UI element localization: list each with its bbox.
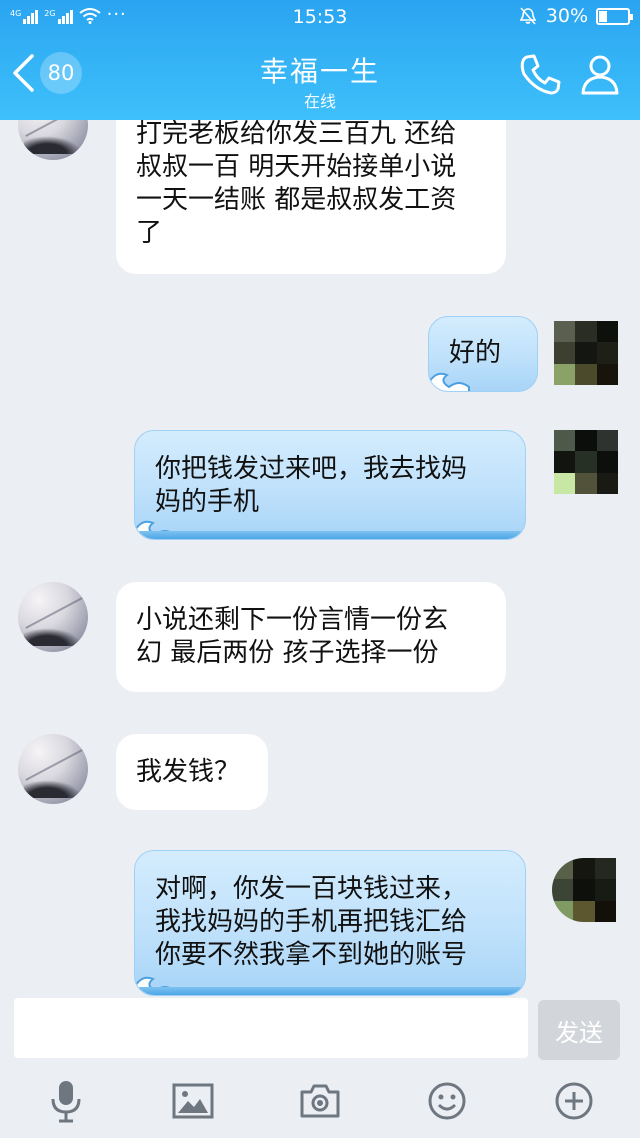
message-bubble[interactable]: 好的 (428, 316, 538, 392)
title-bar: 80 幸福一生 在线 (0, 34, 640, 120)
camera-button[interactable] (298, 1079, 342, 1123)
battery-percent: 30% (545, 5, 588, 27)
message-text: 打完老板给你发三百九 还给 叔叔一百 明天开始接单小说 一天一结账 都是叔叔发工… (136, 120, 457, 248)
phone-icon (520, 54, 561, 95)
camera-icon (300, 1084, 340, 1118)
profile-button[interactable] (578, 52, 622, 100)
message-text: 你把钱发过来吧，我去找妈 妈的手机 (155, 454, 468, 517)
alarm-off-icon (519, 7, 537, 25)
battery-icon (596, 7, 633, 25)
call-button[interactable] (518, 52, 562, 100)
message-text: 我发钱？ (136, 757, 241, 787)
message-bubble[interactable]: 打完老板给你发三百九 还给 叔叔一百 明天开始接单小说 一天一结账 都是叔叔发工… (116, 120, 506, 274)
send-button[interactable]: 发送 (538, 1000, 620, 1060)
battery-level (599, 10, 607, 22)
emoji-button[interactable] (425, 1079, 469, 1123)
chat-header: 4G 2G ··· 15:53 30% 80 幸福一生 在线 (0, 0, 640, 120)
user-avatar[interactable] (554, 321, 618, 385)
message-composer: 发送 (0, 996, 640, 1064)
message-text: 好的 (449, 338, 502, 368)
plus-icon (555, 1082, 593, 1120)
status-bar: 4G 2G ··· 15:53 30% (0, 0, 640, 34)
input-toolbar (0, 1064, 640, 1138)
message-text: 对啊，你发一百块钱过来， 我找妈妈的手机再把钱汇给 你要不然我拿不到她的账号 (155, 874, 468, 970)
contact-avatar[interactable] (18, 582, 88, 652)
microphone-icon (51, 1081, 81, 1123)
message-bubble[interactable]: 对啊，你发一百块钱过来， 我找妈妈的手机再把钱汇给 你要不然我拿不到她的账号 (134, 850, 526, 996)
person-icon (581, 55, 619, 95)
image-icon (172, 1083, 214, 1119)
contact-avatar[interactable] (18, 120, 88, 160)
user-avatar[interactable] (552, 858, 616, 922)
message-bubble[interactable]: 小说还剩下一份言情一份玄 幻 最后两份 孩子选择一份 (116, 582, 506, 692)
contact-avatar[interactable] (18, 734, 88, 804)
message-bubble[interactable]: 我发钱？ (116, 734, 268, 810)
message-list[interactable]: 打完老板给你发三百九 还给 叔叔一百 明天开始接单小说 一天一结账 都是叔叔发工… (0, 120, 640, 996)
user-avatar[interactable] (554, 430, 618, 494)
message-bubble[interactable]: 你把钱发过来吧，我去找妈 妈的手机 (134, 430, 526, 540)
emoji-icon (428, 1082, 466, 1120)
more-button[interactable] (552, 1079, 596, 1123)
message-text: 小说还剩下一份言情一份玄 幻 最后两份 孩子选择一份 (136, 605, 449, 668)
message-input[interactable] (14, 998, 528, 1058)
voice-button[interactable] (44, 1079, 88, 1123)
photo-button[interactable] (171, 1079, 215, 1123)
